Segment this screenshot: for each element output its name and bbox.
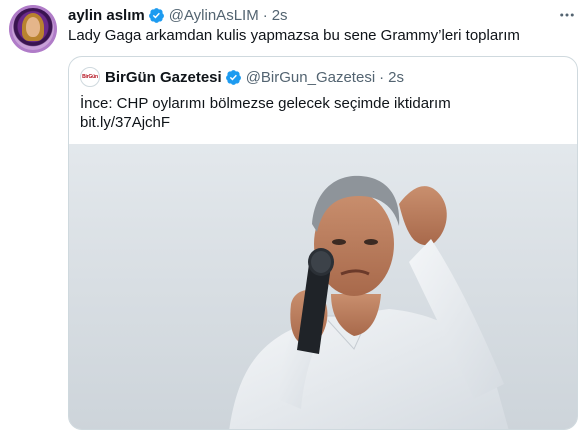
user-handle[interactable]: @AylinAsLIM <box>169 7 259 24</box>
quoted-avatar[interactable]: BirGün <box>80 67 100 87</box>
more-options-icon <box>560 13 574 17</box>
avatar-ring <box>9 5 57 53</box>
quoted-separator-dot: · <box>379 68 385 86</box>
quoted-display-name[interactable]: BirGün Gazetesi <box>105 69 222 86</box>
quoted-verified-badge-icon <box>225 69 241 85</box>
quoted-tweet-header: BirGün BirGün Gazetesi @BirGun_Gazetesi … <box>80 67 404 87</box>
quoted-link[interactable]: bit.ly/37AjchF <box>80 113 451 132</box>
more-options-button[interactable] <box>556 4 578 26</box>
quoted-tweet[interactable]: BirGün BirGün Gazetesi @BirGun_Gazetesi … <box>68 56 578 430</box>
quoted-photo[interactable] <box>69 144 577 429</box>
politician-photo-illustration <box>69 144 577 429</box>
quoted-avatar-logo: BirGün <box>82 74 98 80</box>
quoted-timestamp[interactable]: 2s <box>388 69 404 86</box>
separator-dot: · <box>262 6 268 24</box>
quoted-tweet-text: İnce: CHP oylarımı bölmezse gelecek seçi… <box>80 94 451 132</box>
tweet-text: Lady Gaga arkamdan kulis yapmazsa bu sen… <box>68 27 520 44</box>
display-name[interactable]: aylin aslım <box>68 7 145 24</box>
timestamp[interactable]: 2s <box>272 7 288 24</box>
verified-badge-icon <box>148 7 164 23</box>
tweet[interactable]: aylin aslım @AylinAsLIM · 2s Lady Gaga a… <box>0 0 586 436</box>
user-avatar[interactable] <box>9 5 57 53</box>
tweet-header: aylin aslım @AylinAsLIM · 2s <box>68 5 288 25</box>
quoted-text-line: İnce: CHP oylarımı bölmezse gelecek seçi… <box>80 95 451 112</box>
quoted-handle[interactable]: @BirGun_Gazetesi <box>246 69 375 86</box>
